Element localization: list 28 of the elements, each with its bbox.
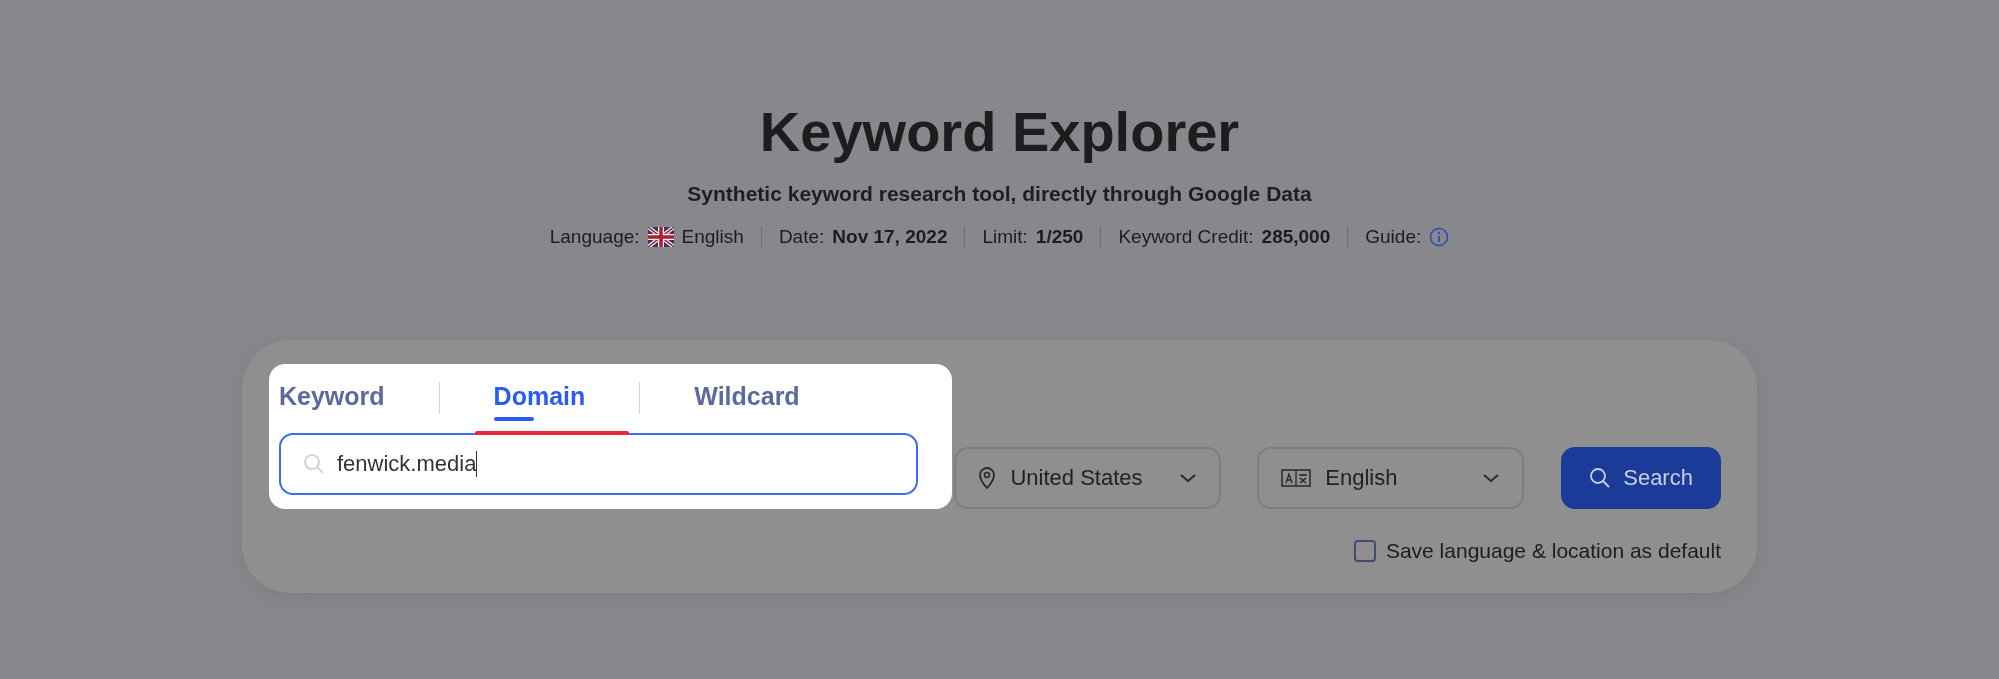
page-title: Keyword Explorer <box>759 99 1240 165</box>
meta-value: 1/250 <box>1035 226 1084 248</box>
checkbox[interactable] <box>1353 540 1376 562</box>
translate-icon <box>1281 468 1312 488</box>
tab[interactable]: Wildcard <box>694 376 800 427</box>
search-icon <box>303 453 325 475</box>
location-pin-icon <box>978 466 997 490</box>
meta-value: 285,000 <box>1261 226 1331 248</box>
meta-label: Language: <box>549 226 640 248</box>
meta-value: English <box>681 226 744 248</box>
language-dropdown[interactable]: English <box>1257 447 1525 509</box>
meta-label: Guide: <box>1365 226 1422 248</box>
meta-value: Nov 17, 2022 <box>832 226 948 248</box>
search-icon <box>1589 467 1612 489</box>
meta-label: Limit: <box>982 226 1028 248</box>
meta-label: Keyword Credit: <box>1118 226 1254 248</box>
tab[interactable]: Keyword <box>279 376 385 427</box>
info-icon[interactable] <box>1429 227 1450 247</box>
page-subtitle: Synthetic keyword research tool, directly through Google Data <box>687 182 1312 206</box>
search-field[interactable]: fenwick.media <box>279 433 919 495</box>
chevron-down-icon <box>1179 473 1198 483</box>
location-dropdown[interactable]: United States <box>954 447 1222 509</box>
search-button[interactable]: Search <box>1561 447 1721 509</box>
meta-label: Date: <box>778 226 825 248</box>
chevron-down-icon <box>1482 473 1501 483</box>
checkbox-label[interactable]: Save language & location as default <box>1385 539 1721 563</box>
uk-flag-icon <box>647 227 674 247</box>
tab[interactable]: Domain <box>493 376 586 427</box>
